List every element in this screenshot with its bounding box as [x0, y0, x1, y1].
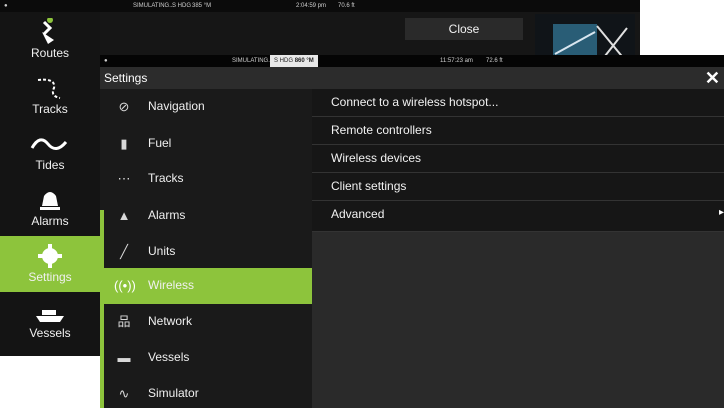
fuel-pump-icon: ▮	[120, 136, 128, 151]
background-status-bar: ● SIMULATING... S HDG 385 °M 2:04:59 pm …	[0, 0, 640, 12]
background-time: 2:04:59 pm	[296, 3, 327, 9]
background-status-dot: ●	[4, 3, 8, 9]
menu-item-label: Fuel	[148, 136, 172, 150]
background-heading-label: S HDG	[172, 3, 192, 9]
sidebar-item-settings[interactable]: Settings	[0, 236, 100, 292]
settings-heading-label: S HDG	[274, 58, 294, 64]
option-label: Wireless devices	[331, 151, 422, 165]
wireless-icon: ((•))	[114, 278, 136, 293]
settings-depth: 72.6 ft	[486, 58, 503, 64]
background-depth: 70.6 ft	[338, 3, 355, 9]
vessels-icon: ▬	[117, 350, 131, 365]
sidebar-item-label: Vessels	[29, 326, 71, 340]
page-title: Settings	[104, 71, 148, 85]
settings-sim-mode: SIMULATING...	[232, 58, 274, 64]
settings-time: 11:57:23 am	[440, 58, 473, 64]
tides-icon	[30, 138, 68, 150]
simulator-icon: ∿	[118, 386, 130, 401]
settings-status-bar: ● SIMULATING... S HDG 860 °M 11:57:23 am…	[100, 55, 724, 67]
menu-item-label: Network	[148, 314, 193, 328]
menu-item-tracks[interactable]: ⋯ Tracks	[100, 161, 312, 197]
background-close-button[interactable]: Close	[405, 18, 523, 40]
ruler-icon: ╱	[120, 244, 128, 259]
menu-item-simulator[interactable]: ∿ Simulator	[100, 376, 312, 412]
settings-heading-value: 860 °M	[294, 58, 314, 64]
option-wireless-devices[interactable]: Wireless devices	[312, 145, 724, 173]
network-icon: 品	[117, 314, 131, 329]
menu-item-units[interactable]: ╱ Units	[100, 234, 312, 270]
tracks-icon: ⋯	[117, 171, 131, 186]
chevron-right-icon: ▸	[718, 207, 724, 218]
sidebar-item-routes[interactable]: Routes	[0, 12, 100, 68]
menu-item-vessels[interactable]: ▬ Vessels	[100, 340, 312, 376]
menu-item-label: Alarms	[148, 208, 186, 222]
settings-title-bar: Settings ✕	[100, 67, 724, 90]
option-client-settings[interactable]: Client settings	[312, 173, 724, 201]
sidebar-item-label: Alarms	[31, 214, 69, 228]
menu-item-label: Vessels	[148, 350, 190, 364]
background-heading-value: 385 °M	[192, 3, 212, 9]
settings-dialog: ● SIMULATING... S HDG 860 °M 11:57:23 am…	[100, 55, 724, 408]
compass-icon: ⊘	[118, 99, 130, 114]
option-label: Connect to a wireless hotspot...	[331, 95, 499, 109]
option-advanced[interactable]: Advanced ▸	[312, 201, 724, 232]
option-remote-controllers[interactable]: Remote controllers	[312, 117, 724, 145]
menu-item-navigation[interactable]: ⊘ Navigation	[100, 89, 312, 125]
sidebar-item-vessels[interactable]: Vessels	[0, 292, 100, 348]
sidebar-item-tides[interactable]: Tides	[0, 124, 100, 180]
menu-item-label: Wireless	[148, 278, 195, 292]
menu-item-label: Units	[148, 244, 176, 258]
sidebar-item-tracks[interactable]: Tracks	[0, 68, 100, 124]
menu-item-label: Navigation	[148, 99, 205, 113]
settings-menu: ⊘ Navigation ▮ Fuel ⋯ Tracks ▲ Alarms ╱ …	[100, 89, 312, 408]
option-connect-hotspot[interactable]: Connect to a wireless hotspot...	[312, 89, 724, 117]
sidebar-item-alarms[interactable]: Alarms	[0, 180, 100, 236]
tracks-icon	[37, 78, 61, 99]
routes-icon	[42, 18, 54, 44]
sidebar: Routes Tracks Tides Alarms Settings Vess…	[0, 12, 100, 356]
settings-status-dot: ●	[104, 58, 108, 64]
menu-item-label: Simulator	[148, 386, 199, 400]
option-label: Advanced	[331, 207, 385, 221]
sidebar-item-label: Settings	[28, 270, 72, 284]
settings-heading-badge: S HDG 860 °M	[270, 55, 318, 67]
vessels-icon	[36, 310, 64, 322]
menu-item-fuel[interactable]: ▮ Fuel	[100, 126, 312, 162]
sidebar-item-label: Routes	[30, 46, 70, 60]
option-label: Client settings	[331, 179, 407, 193]
background-sim-mode: SIMULATING...	[133, 3, 175, 9]
close-icon[interactable]: ✕	[705, 68, 720, 89]
sidebar-item-label: Tracks	[32, 102, 68, 116]
bell-icon	[40, 192, 60, 210]
option-label: Remote controllers	[331, 123, 432, 137]
gear-icon	[38, 244, 62, 268]
bell-icon: ▲	[117, 208, 131, 223]
menu-item-wireless[interactable]: ((•)) Wireless	[100, 268, 312, 304]
sidebar-item-label: Tides	[35, 158, 65, 172]
menu-item-alarms[interactable]: ▲ Alarms	[100, 198, 312, 234]
menu-item-label: Tracks	[148, 171, 184, 185]
wireless-panel: Connect to a wireless hotspot... Remote …	[312, 89, 724, 408]
menu-item-network[interactable]: 品 Network	[100, 304, 312, 340]
